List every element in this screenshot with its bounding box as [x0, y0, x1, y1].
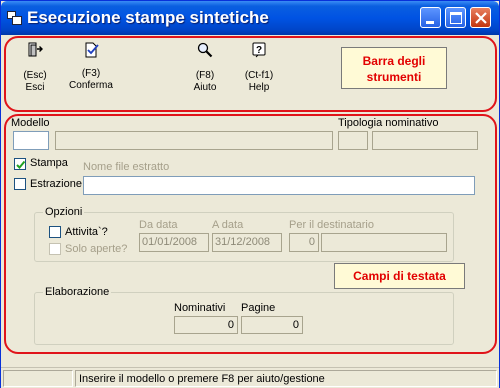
status-bar: Inserire il modello o premere F8 per aiu… — [1, 367, 499, 388]
app-window-icon — [7, 11, 23, 26]
minimize-icon — [426, 21, 434, 24]
window-title: Esecuzione stampe sintetiche — [27, 8, 269, 27]
status-cell-empty — [3, 370, 73, 387]
main-window: Esecuzione stampe sintetiche (Esc) Esci … — [0, 0, 500, 388]
status-message-cell: Inserire il modello o premere F8 per aiu… — [75, 370, 497, 387]
header-fields-highlight — [4, 114, 497, 354]
maximize-icon — [450, 12, 462, 24]
toolbar-highlight — [4, 36, 497, 112]
maximize-button[interactable] — [445, 7, 466, 28]
title-bar[interactable]: Esecuzione stampe sintetiche — [1, 1, 499, 35]
close-button[interactable] — [470, 7, 491, 28]
status-message: Inserire il modello o premere F8 per aiu… — [79, 373, 325, 385]
minimize-button[interactable] — [420, 7, 441, 28]
close-icon — [475, 12, 487, 24]
